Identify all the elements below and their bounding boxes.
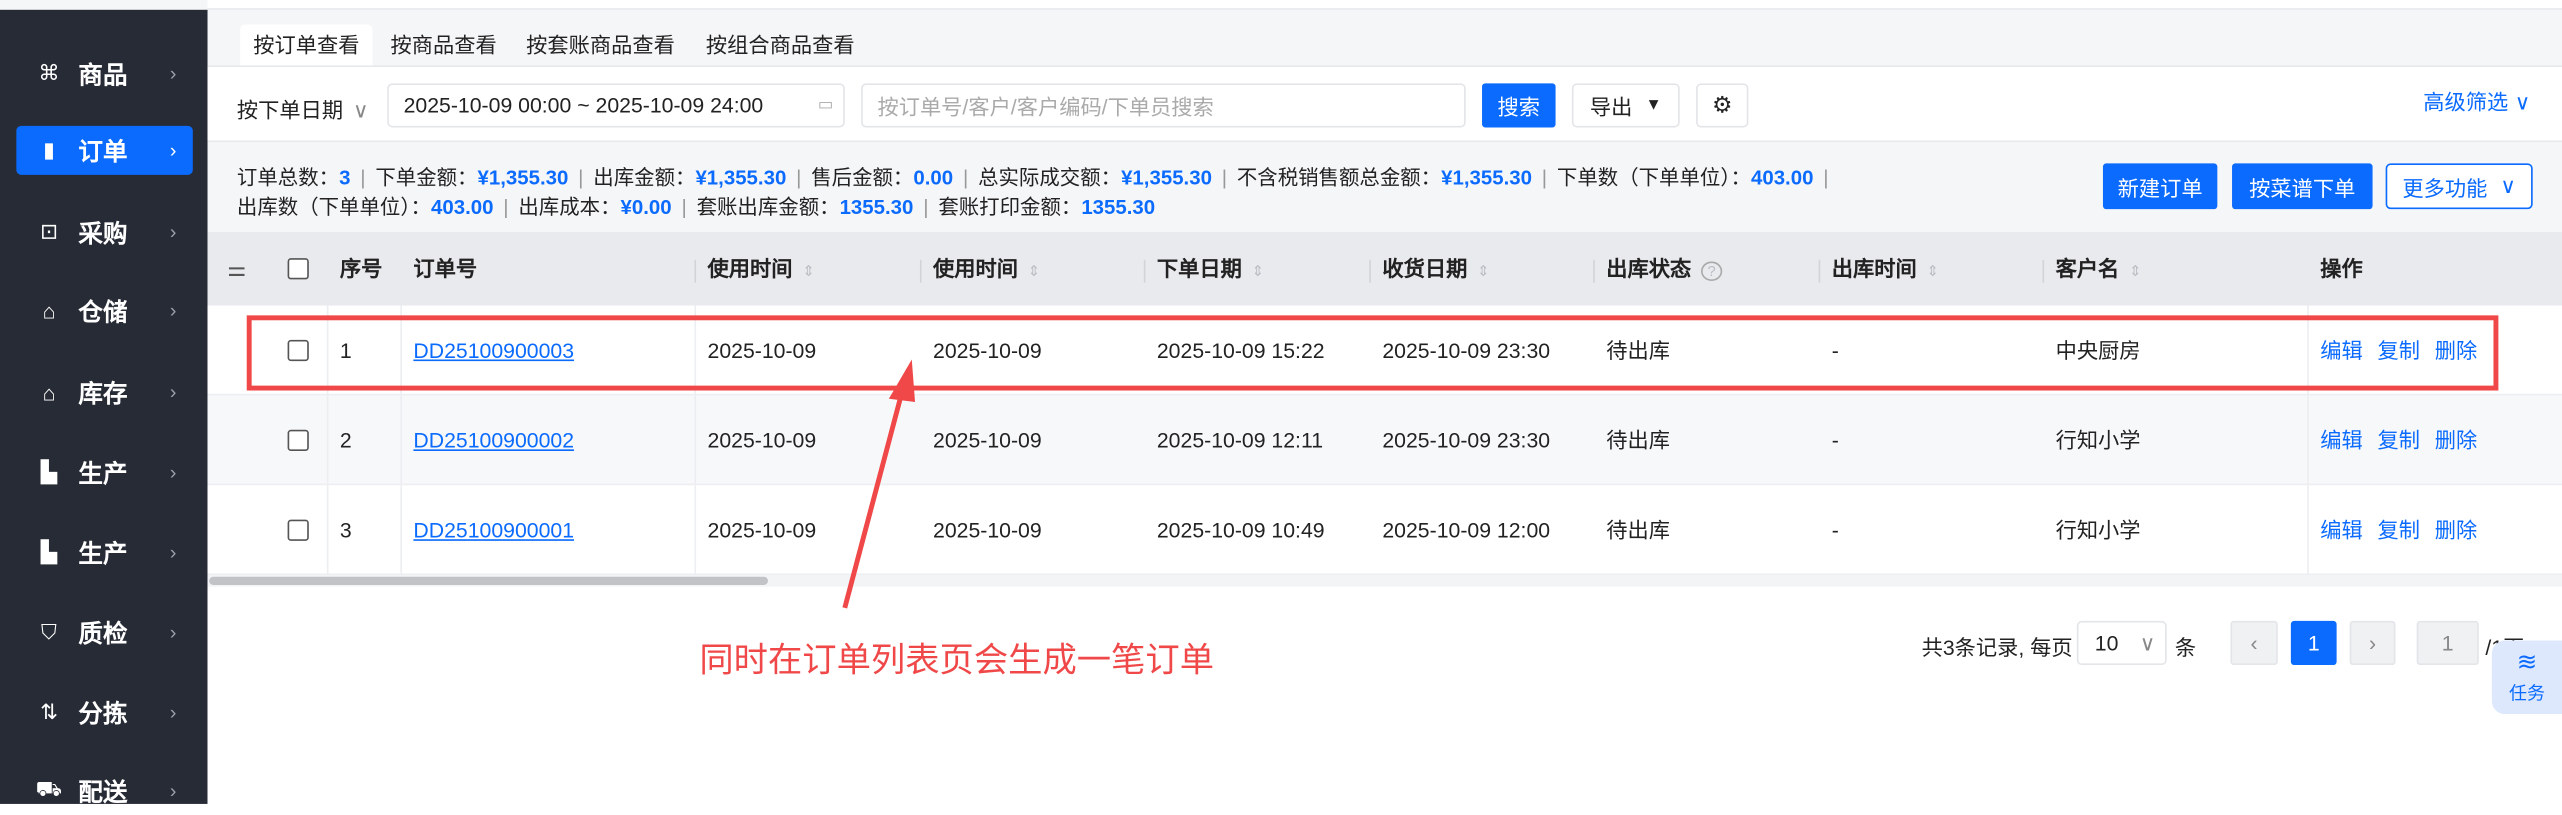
annotation-text: 同时在订单列表页会生成一笔订单 [699,642,1215,680]
tab-3[interactable]: 按组合商品查看 [693,25,868,66]
arrow-shaft [842,391,905,609]
tab-1[interactable]: 按商品查看 [377,25,509,66]
arrow-head [888,359,916,402]
annotation-arrow [842,359,916,609]
tab-0[interactable]: 按订单查看 [240,24,373,66]
tab-2[interactable]: 按套账商品查看 [513,25,688,66]
